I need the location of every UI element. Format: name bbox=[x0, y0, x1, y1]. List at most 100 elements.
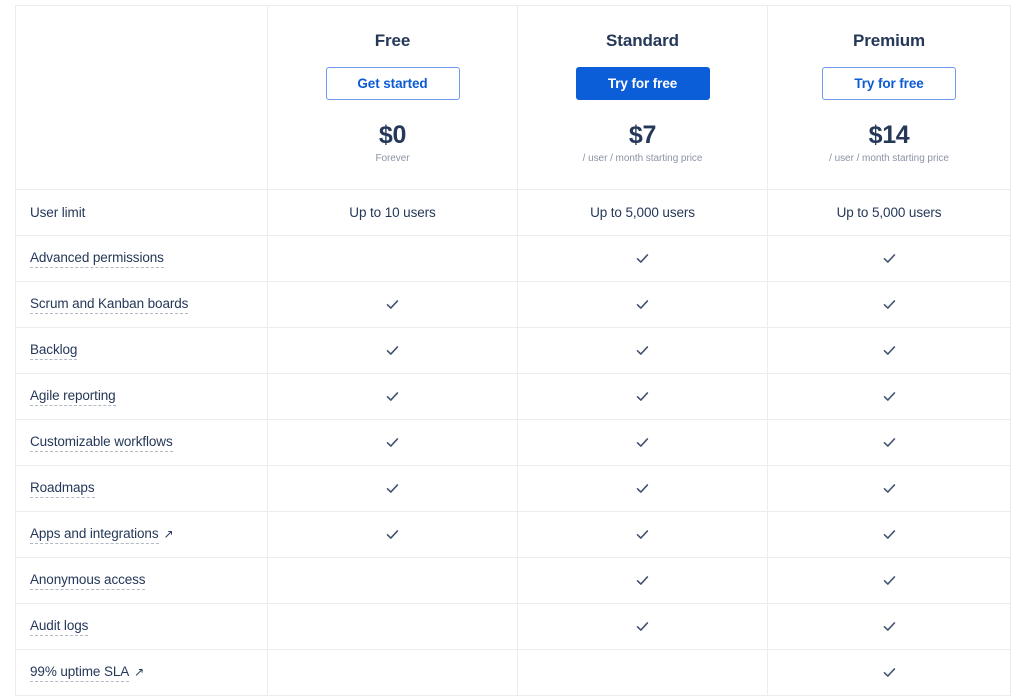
feature-label-cell: 99% uptime SLA ↗ bbox=[16, 650, 268, 695]
check-icon bbox=[883, 482, 896, 495]
feature-label[interactable]: Agile reporting bbox=[30, 388, 116, 406]
feature-label[interactable]: Roadmaps bbox=[30, 480, 95, 498]
table-row: Scrum and Kanban boards bbox=[16, 282, 1010, 328]
check-icon bbox=[636, 436, 649, 449]
check-icon bbox=[636, 620, 649, 633]
feature-label-cell: Backlog bbox=[16, 328, 268, 373]
table-row: Audit logs bbox=[16, 604, 1010, 650]
header-empty-corner-cell bbox=[16, 6, 268, 189]
check-icon bbox=[883, 344, 896, 357]
feature-value-cell bbox=[518, 236, 768, 281]
pricing-comparison-table: Free Get started $0 Forever Standard Try… bbox=[15, 5, 1011, 696]
feature-label[interactable]: 99% uptime SLA bbox=[30, 664, 129, 682]
feature-rows-container: User limit Up to 10 users Up to 5,000 user… bbox=[16, 190, 1010, 696]
plan-price-standard: $7 bbox=[628, 120, 657, 149]
feature-value-cell bbox=[268, 558, 518, 603]
feature-label-cell: Roadmaps bbox=[16, 466, 268, 511]
feature-value-cell bbox=[268, 374, 518, 419]
table-row: Anonymous access bbox=[16, 558, 1010, 604]
check-icon bbox=[386, 528, 399, 541]
feature-label-cell: User limit bbox=[16, 190, 268, 235]
plan-price-free: $0 bbox=[378, 120, 407, 149]
feature-value-cell bbox=[268, 466, 518, 511]
feature-value-cell bbox=[518, 282, 768, 327]
feature-label-cell: Apps and integrations ↗ bbox=[16, 512, 268, 557]
table-row: User limit Up to 10 users Up to 5,000 user… bbox=[16, 190, 1010, 236]
feature-value-cell bbox=[518, 650, 768, 695]
plan-cta-standard[interactable]: Try for free bbox=[575, 66, 710, 100]
check-icon bbox=[883, 390, 896, 403]
plan-header-premium: Premium Try for free $14 / user / month … bbox=[768, 6, 1010, 189]
external-link-icon[interactable]: ↗ bbox=[164, 527, 174, 541]
feature-value-cell bbox=[518, 558, 768, 603]
feature-value-cell bbox=[768, 374, 1010, 419]
plan-cta-premium[interactable]: Try for free bbox=[822, 66, 956, 100]
table-row: Apps and integrations ↗ bbox=[16, 512, 1010, 558]
plan-price-note-premium: / user / month starting price bbox=[829, 153, 949, 165]
external-link-icon[interactable]: ↗ bbox=[134, 665, 144, 679]
feature-label[interactable]: Scrum and Kanban boards bbox=[30, 296, 188, 314]
table-row: 99% uptime SLA ↗ bbox=[16, 650, 1010, 696]
feature-label[interactable]: Backlog bbox=[30, 342, 77, 360]
plan-name-free: Free bbox=[374, 30, 411, 50]
feature-value-cell bbox=[518, 466, 768, 511]
feature-value-cell bbox=[268, 328, 518, 373]
feature-label-cell: Audit logs bbox=[16, 604, 268, 649]
check-icon bbox=[636, 298, 649, 311]
check-icon bbox=[883, 436, 896, 449]
feature-value-cell bbox=[268, 512, 518, 557]
table-row: Advanced permissions bbox=[16, 236, 1010, 282]
feature-label[interactable]: Customizable workflows bbox=[30, 434, 173, 452]
feature-value-cell bbox=[268, 604, 518, 649]
feature-value-text: Up to 10 users bbox=[349, 205, 436, 220]
check-icon bbox=[883, 252, 896, 265]
feature-value-cell bbox=[268, 420, 518, 465]
check-icon bbox=[636, 574, 649, 587]
feature-value-cell bbox=[768, 604, 1010, 649]
check-icon bbox=[883, 528, 896, 541]
feature-label-cell: Advanced permissions bbox=[16, 236, 268, 281]
plan-name-standard: Standard bbox=[606, 30, 679, 50]
pricing-table-header-row: Free Get started $0 Forever Standard Try… bbox=[16, 6, 1010, 190]
plan-price-premium: $14 bbox=[868, 120, 910, 149]
check-icon bbox=[386, 298, 399, 311]
feature-label-cell: Customizable workflows bbox=[16, 420, 268, 465]
check-icon bbox=[636, 528, 649, 541]
feature-value-cell bbox=[768, 558, 1010, 603]
feature-label[interactable]: Advanced permissions bbox=[30, 250, 164, 268]
check-icon bbox=[636, 482, 649, 495]
feature-value-cell bbox=[268, 650, 518, 695]
check-icon bbox=[636, 390, 649, 403]
plan-cta-free[interactable]: Get started bbox=[325, 66, 460, 100]
feature-value-cell bbox=[268, 236, 518, 281]
feature-value-cell bbox=[518, 328, 768, 373]
check-icon bbox=[883, 298, 896, 311]
feature-value-cell: Up to 10 users bbox=[268, 190, 518, 235]
plan-name-premium: Premium bbox=[852, 30, 926, 50]
check-icon bbox=[386, 390, 399, 403]
feature-label-cell: Anonymous access bbox=[16, 558, 268, 603]
check-icon bbox=[386, 344, 399, 357]
feature-value-cell: Up to 5,000 users bbox=[768, 190, 1010, 235]
feature-label[interactable]: Anonymous access bbox=[30, 572, 146, 590]
feature-value-cell bbox=[518, 604, 768, 649]
check-icon bbox=[883, 574, 896, 587]
feature-value-cell bbox=[518, 512, 768, 557]
feature-value-cell bbox=[768, 512, 1010, 557]
feature-value-cell bbox=[768, 328, 1010, 373]
feature-value-text: Up to 5,000 users bbox=[836, 205, 942, 220]
feature-value-cell bbox=[768, 650, 1010, 695]
feature-value-cell bbox=[768, 236, 1010, 281]
table-row: Roadmaps bbox=[16, 466, 1010, 512]
check-icon bbox=[636, 344, 649, 357]
feature-label[interactable]: Audit logs bbox=[30, 618, 88, 636]
check-icon bbox=[636, 252, 649, 265]
feature-label[interactable]: Apps and integrations bbox=[30, 526, 159, 544]
feature-value-cell bbox=[768, 420, 1010, 465]
check-icon bbox=[386, 436, 399, 449]
feature-value-cell bbox=[268, 282, 518, 327]
feature-label-cell: Scrum and Kanban boards bbox=[16, 282, 268, 327]
check-icon bbox=[386, 482, 399, 495]
feature-value-cell bbox=[518, 374, 768, 419]
check-icon bbox=[883, 620, 896, 633]
